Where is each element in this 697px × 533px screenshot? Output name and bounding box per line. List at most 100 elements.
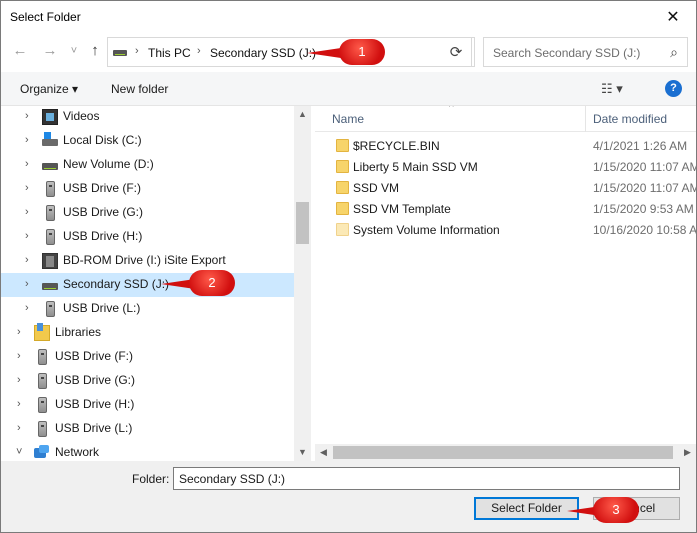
search-box[interactable]: Search Secondary SSD (J:) ⌕: [483, 37, 688, 67]
file-name: SSD VM: [353, 181, 400, 195]
expand-chevron-icon[interactable]: ›: [25, 230, 29, 242]
callout-marker: 3: [567, 497, 639, 523]
tree-item-label: New Volume (D:): [63, 157, 154, 171]
tree-item-label: USB Drive (G:): [55, 373, 136, 387]
address-bar[interactable]: › This PC › Secondary SSD (J:): [107, 37, 475, 67]
up-arrow-icon[interactable]: ↑: [86, 42, 104, 60]
expand-chevron-icon[interactable]: ›: [25, 278, 29, 290]
back-arrow-icon[interactable]: ←: [11, 42, 29, 60]
list-item[interactable]: SSD VM Template 1/15/2020 9:53 AM: [315, 199, 696, 220]
callout-number: 1: [339, 39, 385, 65]
tree-item-label: Videos: [63, 109, 100, 123]
tree-item-label: USB Drive (H:): [55, 397, 135, 411]
tree-item-label: USB Drive (L:): [55, 421, 133, 435]
navigation-pane-scrollbar[interactable]: ▲ ▼: [294, 106, 311, 461]
breadcrumb-separator[interactable]: ›: [135, 45, 139, 57]
tree-item-videos[interactable]: › Videos: [1, 106, 294, 129]
tree-item-usb-drive-f[interactable]: › USB Drive (F:): [1, 177, 294, 201]
usb-drive-icon: [46, 229, 55, 245]
expand-chevron-icon[interactable]: ›: [25, 158, 29, 170]
scroll-left-arrow-icon[interactable]: ◀: [315, 444, 332, 461]
file-date: 10/16/2020 10:58 AM: [593, 223, 696, 237]
expand-chevron-icon[interactable]: ›: [17, 326, 21, 338]
tree-item-bd-rom-i[interactable]: › BD-ROM Drive (I:) iSite Export: [1, 249, 294, 273]
usb-drive-icon: [38, 397, 47, 413]
tree-item-secondary-ssd-j[interactable]: › Secondary SSD (J:): [1, 273, 294, 297]
tree-item-label: BD-ROM Drive (I:) iSite Export: [63, 253, 226, 267]
usb-drive-icon: [38, 373, 47, 389]
scroll-thumb[interactable]: [333, 446, 673, 459]
tree-item-usb-drive-f-2[interactable]: › USB Drive (F:): [1, 345, 294, 369]
file-name: SSD VM Template: [353, 202, 451, 216]
file-list: ^ Name Date modified $RECYCLE.BIN 4/1/20…: [315, 106, 696, 461]
file-date: 1/15/2020 11:07 AM: [593, 160, 696, 174]
select-folder-button[interactable]: Select Folder: [474, 497, 579, 520]
folder-icon: [336, 202, 349, 215]
expand-chevron-icon[interactable]: ›: [25, 110, 29, 122]
disk-icon: [42, 283, 58, 290]
list-item[interactable]: $RECYCLE.BIN 4/1/2021 1:26 AM: [315, 136, 696, 157]
file-name: System Volume Information: [353, 223, 500, 237]
tree-item-label: USB Drive (H:): [63, 229, 143, 243]
expand-chevron-icon[interactable]: ›: [25, 302, 29, 314]
forward-arrow-icon[interactable]: →: [41, 42, 59, 60]
change-view-icon[interactable]: ☷ ▾: [601, 81, 623, 97]
folder-icon: [336, 139, 349, 152]
expand-chevron-icon[interactable]: ›: [25, 206, 29, 218]
new-folder-button[interactable]: New folder: [111, 82, 168, 96]
file-date: 1/15/2020 9:53 AM: [593, 202, 694, 216]
tree-item-usb-drive-g[interactable]: › USB Drive (G:): [1, 201, 294, 225]
close-icon[interactable]: ✕: [650, 1, 696, 32]
window-title: Select Folder: [10, 10, 81, 24]
breadcrumb-secondary-ssd[interactable]: Secondary SSD (J:): [210, 46, 316, 60]
breadcrumb-separator[interactable]: ›: [197, 45, 201, 57]
expand-chevron-icon[interactable]: ›: [17, 374, 21, 386]
column-header-name[interactable]: Name: [332, 112, 364, 126]
expand-chevron-icon[interactable]: ›: [17, 422, 21, 434]
network-icon: [34, 445, 50, 461]
organize-menu-button[interactable]: Organize ▾: [20, 82, 78, 96]
scroll-right-arrow-icon[interactable]: ▶: [679, 444, 696, 461]
disk-icon: [42, 163, 58, 170]
expand-chevron-icon[interactable]: ›: [25, 134, 29, 146]
column-header-row: ^ Name Date modified: [315, 106, 696, 132]
expand-chevron-icon[interactable]: ›: [25, 182, 29, 194]
recent-locations-chevron-icon[interactable]: ˅: [65, 42, 83, 60]
list-item[interactable]: SSD VM 1/15/2020 11:07 AM: [315, 178, 696, 199]
expand-chevron-icon[interactable]: ›: [17, 350, 21, 362]
scroll-down-arrow-icon[interactable]: ▼: [294, 444, 311, 461]
column-divider[interactable]: [585, 106, 586, 132]
tree-item-usb-drive-h[interactable]: › USB Drive (H:): [1, 225, 294, 249]
file-list-horizontal-scrollbar[interactable]: ◀ ▶: [315, 444, 696, 461]
collapse-chevron-icon[interactable]: ˅: [16, 446, 22, 458]
tree-item-usb-drive-l[interactable]: › USB Drive (L:): [1, 297, 294, 321]
tree-item-new-volume-d[interactable]: › New Volume (D:): [1, 153, 294, 177]
scroll-up-arrow-icon[interactable]: ▲: [294, 106, 311, 123]
list-item[interactable]: System Volume Information 10/16/2020 10:…: [315, 220, 696, 241]
scroll-thumb[interactable]: [296, 202, 309, 244]
help-icon[interactable]: ?: [665, 80, 682, 97]
file-name: $RECYCLE.BIN: [353, 139, 440, 153]
tree-item-label: USB Drive (G:): [63, 205, 144, 219]
list-item[interactable]: Liberty 5 Main SSD VM 1/15/2020 11:07 AM: [315, 157, 696, 178]
folder-input[interactable]: Secondary SSD (J:): [173, 467, 680, 490]
file-date: 1/15/2020 11:07 AM: [593, 181, 696, 195]
usb-drive-icon: [46, 205, 55, 221]
tree-item-libraries[interactable]: › Libraries: [1, 321, 294, 345]
tree-item-usb-drive-g-2[interactable]: › USB Drive (G:): [1, 369, 294, 393]
tree-item-label: Local Disk (C:): [63, 133, 142, 147]
usb-drive-icon: [46, 181, 55, 197]
column-header-date-modified[interactable]: Date modified: [593, 112, 667, 126]
tree-item-usb-drive-h-2[interactable]: › USB Drive (H:): [1, 393, 294, 417]
tree-item-local-disk-c[interactable]: › Local Disk (C:): [1, 129, 294, 153]
tree-item-network[interactable]: ˅ Network: [1, 441, 294, 461]
search-placeholder: Search Secondary SSD (J:): [493, 46, 641, 60]
title-bar: Select Folder ✕: [1, 1, 696, 33]
tree-item-label: USB Drive (F:): [63, 181, 141, 195]
expand-chevron-icon[interactable]: ›: [25, 254, 29, 266]
breadcrumb-this-pc[interactable]: This PC: [148, 46, 191, 60]
expand-chevron-icon[interactable]: ›: [17, 398, 21, 410]
tree-item-usb-drive-l-2[interactable]: › USB Drive (L:): [1, 417, 294, 441]
drive-icon: [113, 50, 127, 56]
refresh-icon[interactable]: ⟳: [441, 37, 472, 67]
